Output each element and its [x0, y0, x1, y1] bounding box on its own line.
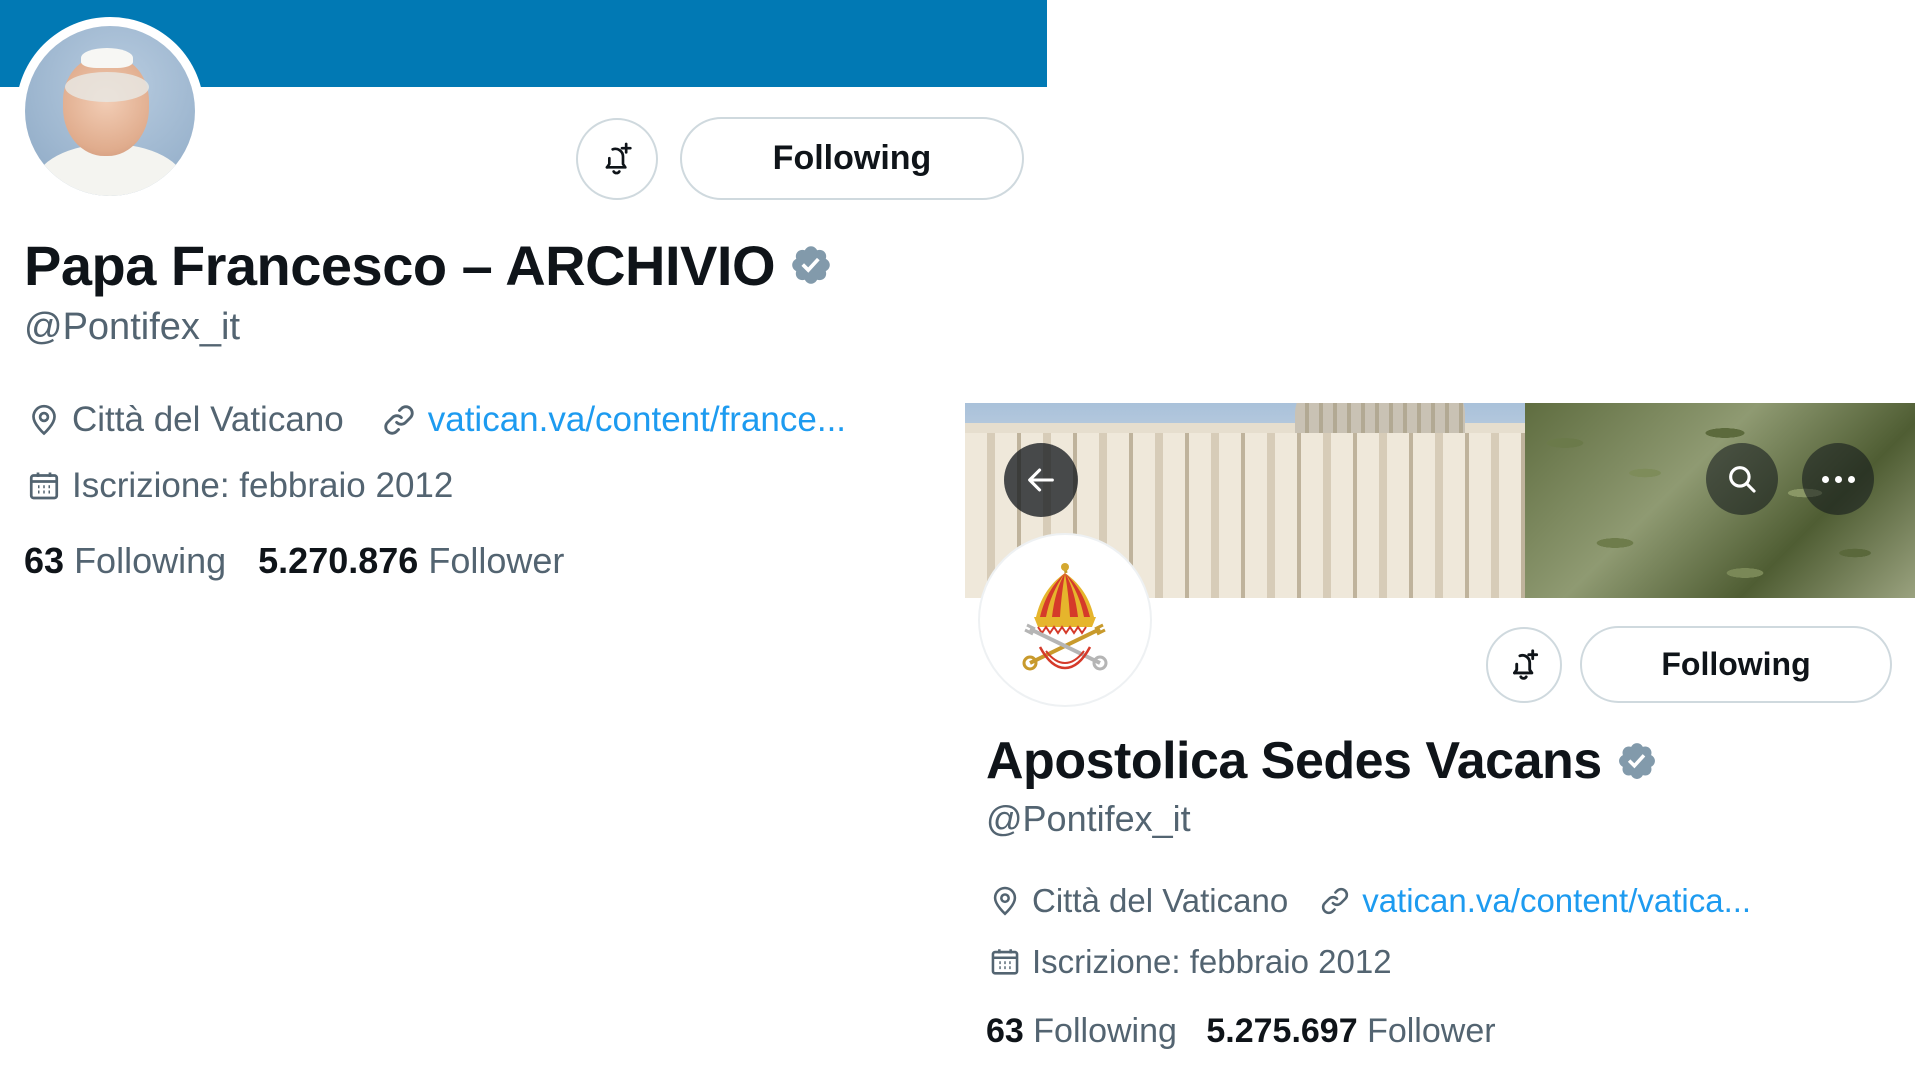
profile-handle: @Pontifex_it — [986, 798, 1191, 839]
avatar[interactable] — [980, 535, 1150, 705]
profile-meta-joined: Iscrizione: febbraio 2012 — [26, 466, 453, 506]
profile-meta-location-website: Città del Vaticano vatican.va/content/va… — [988, 882, 1751, 920]
joined-date-text: Iscrizione: febbraio 2012 — [72, 466, 454, 505]
profile-stats: 63 Following 5.270.876 Follower — [24, 540, 564, 582]
profile-name: Apostolica Sedes Vacans — [986, 728, 1658, 794]
location-pin-icon — [26, 402, 62, 438]
notifications-bell-button[interactable] — [1486, 627, 1562, 703]
search-icon — [1729, 466, 1756, 493]
search-button[interactable] — [1706, 443, 1778, 515]
more-dots-icon — [1821, 475, 1855, 483]
following-button[interactable]: Following — [1580, 626, 1892, 703]
location-pin-icon — [988, 884, 1022, 918]
following-button[interactable]: Following — [680, 117, 1024, 200]
following-stat[interactable]: 63 Following — [24, 540, 226, 581]
location-text: Città del Vaticano — [1032, 882, 1289, 919]
profile-meta-location-website: Città del Vaticano vatican.va/content/fr… — [26, 400, 846, 440]
sede-vacante-emblem-icon — [1022, 563, 1108, 671]
display-name: Papa Francesco – ARCHIVIO — [24, 233, 776, 297]
notifications-bell-button[interactable] — [576, 118, 658, 200]
followers-stat[interactable]: 5.270.876 Follower — [258, 540, 564, 581]
bell-plus-icon — [605, 142, 632, 175]
pope-portrait-image — [25, 26, 195, 196]
display-name: Apostolica Sedes Vacans — [986, 732, 1602, 790]
back-button[interactable] — [1004, 443, 1078, 517]
calendar-icon — [988, 945, 1022, 979]
link-icon — [380, 401, 418, 439]
following-stat[interactable]: 63 Following — [986, 1012, 1177, 1050]
bell-plus-icon — [1513, 649, 1539, 680]
profile-name: Papa Francesco – ARCHIVIO — [24, 230, 833, 300]
calendar-icon — [26, 468, 62, 504]
profile-handle: @Pontifex_it — [24, 306, 241, 348]
website-link[interactable]: vatican.va/content/vatica... — [1362, 882, 1751, 920]
link-icon — [1318, 884, 1352, 918]
website-link[interactable]: vatican.va/content/france... — [428, 400, 846, 440]
profile-stats: 63 Following 5.275.697 Follower — [986, 1012, 1496, 1051]
more-options-button[interactable] — [1802, 443, 1874, 515]
verified-badge-icon — [1618, 743, 1655, 779]
arrow-left-icon — [1028, 468, 1054, 492]
joined-date-text: Iscrizione: febbraio 2012 — [1032, 943, 1392, 980]
followers-stat[interactable]: 5.275.697 Follower — [1206, 1012, 1495, 1050]
avatar[interactable] — [16, 17, 204, 205]
verified-badge-icon — [792, 246, 830, 284]
profile-meta-joined: Iscrizione: febbraio 2012 — [988, 943, 1392, 981]
location-text: Città del Vaticano — [72, 400, 344, 439]
